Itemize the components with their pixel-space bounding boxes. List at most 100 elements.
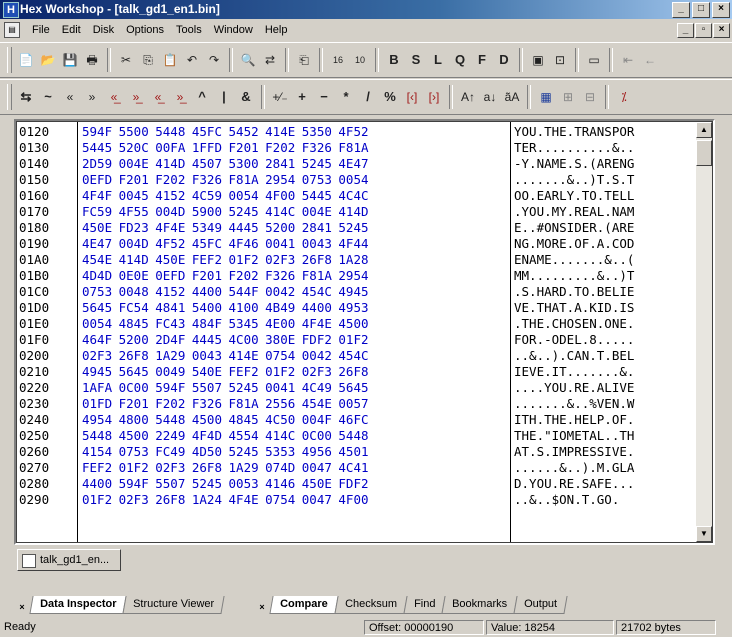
row-ascii[interactable]: OO.EARLY.TO.TELL — [514, 188, 634, 204]
document-tab[interactable]: talk_gd1_en... — [17, 549, 121, 571]
lowercase-button[interactable]: a↓ — [480, 86, 500, 108]
tab-data-inspector[interactable]: Data Inspector — [29, 596, 128, 614]
row-hex-bytes[interactable]: 5448 4500 2249 4F4D 4554 414C 0C00 5448 — [82, 428, 369, 444]
multiply-button[interactable]: * — [336, 86, 356, 108]
shift-right-button[interactable]: » — [82, 86, 102, 108]
window-icon[interactable]: ▭ — [584, 49, 604, 71]
hex-base-10-icon[interactable]: 10 — [350, 49, 370, 71]
row-hex-bytes[interactable]: 01F2 02F3 26F8 1A24 4F4E 0754 0047 4F00 — [82, 492, 369, 508]
doc-minimize-button[interactable]: _ — [677, 23, 694, 38]
row-ascii[interactable]: ....YOU.RE.ALIVE — [514, 380, 634, 396]
tab-bookmarks[interactable]: Bookmarks — [441, 596, 518, 614]
block-shift-left-button[interactable]: «̲ — [148, 86, 168, 108]
replace-icon[interactable]: ⇄ — [260, 49, 280, 71]
scroll-up-button[interactable]: ▲ — [696, 122, 712, 138]
row-hex-bytes[interactable]: 1AFA 0C00 594F 5507 5245 0041 4C49 5645 — [82, 380, 369, 396]
negate-button[interactable]: +⁄₋ — [270, 86, 290, 108]
row-hex-bytes[interactable]: 0054 4845 FC43 484F 5345 4E00 4F4E 4500 — [82, 316, 369, 332]
row-ascii[interactable]: E..#ONSIDER.(ARE — [514, 220, 634, 236]
row-ascii[interactable]: VE.THAT.A.KID.IS — [514, 300, 634, 316]
block-right-button[interactable]: [›] — [424, 86, 444, 108]
print-icon[interactable]: 🖶 — [82, 49, 102, 71]
back-icon[interactable]: ⇤ — [618, 49, 638, 71]
row-ascii[interactable]: THE."IOMETAL..TH — [514, 428, 634, 444]
grid-icon[interactable]: ▦ — [536, 86, 556, 108]
row-ascii[interactable]: ..&..).CAN.T.BEL — [514, 348, 634, 364]
row-hex-bytes[interactable]: 0753 0048 4152 4400 544F 0042 454C 4945 — [82, 284, 369, 300]
tab-output[interactable]: Output — [513, 596, 568, 614]
row-ascii[interactable]: D.YOU.RE.SAFE... — [514, 476, 634, 492]
row-hex-bytes[interactable]: 5445 520C 00FA 1FFD F201 F202 F326 F81A — [82, 140, 369, 156]
save-icon[interactable]: 💾 — [60, 49, 80, 71]
menu-tools[interactable]: Tools — [170, 20, 208, 40]
row-ascii[interactable]: IEVE.IT.......&. — [514, 364, 634, 380]
row-hex-bytes[interactable]: 450E FD23 4F4E 5349 4445 5200 2841 5245 — [82, 220, 369, 236]
invert-case-button[interactable]: a͂A — [502, 86, 522, 108]
goto-icon[interactable]: ⎗ — [294, 49, 314, 71]
row-hex-bytes[interactable]: 4945 5645 0049 540E FEF2 01F2 02F3 26F8 — [82, 364, 369, 380]
row-ascii[interactable]: AT.S.IMPRESSIVE. — [514, 444, 634, 460]
add-button[interactable]: + — [292, 86, 312, 108]
vertical-scrollbar[interactable]: ▲ ▼ — [696, 122, 712, 542]
row-ascii[interactable]: MM.........&..)T — [514, 268, 634, 284]
row-ascii[interactable]: FOR.-ODEL.8..... — [514, 332, 634, 348]
tab-checksum[interactable]: Checksum — [334, 596, 408, 614]
row-hex-bytes[interactable]: FC59 4F55 004D 5900 5245 414C 004E 414D — [82, 204, 369, 220]
menu-help[interactable]: Help — [259, 20, 294, 40]
menu-options[interactable]: Options — [120, 20, 170, 40]
not-button[interactable]: ~ — [38, 86, 58, 108]
row-ascii[interactable]: ENAME.......&..( — [514, 252, 634, 268]
layout2-icon[interactable]: ⊟ — [580, 86, 600, 108]
block-shift-right-button[interactable]: »̲ — [170, 86, 190, 108]
row-hex-bytes[interactable]: 4400 594F 5507 5245 0053 4146 450E FDF2 — [82, 476, 369, 492]
cross-icon[interactable]: ⁒ — [614, 86, 634, 108]
row-ascii[interactable]: .......&..)T.S.T — [514, 172, 634, 188]
uppercase-button[interactable]: A↑ — [458, 86, 478, 108]
find-icon[interactable]: 🔍 — [238, 49, 258, 71]
rotate-right-button[interactable]: »̲ — [126, 86, 146, 108]
row-hex-bytes[interactable]: 5645 FC54 4841 5400 4100 4B49 4400 4953 — [82, 300, 369, 316]
toolbar-grip[interactable] — [7, 47, 12, 73]
cut-icon[interactable]: ✂ — [116, 49, 136, 71]
compare-icon[interactable]: ⊡ — [550, 49, 570, 71]
row-hex-bytes[interactable]: 02F3 26F8 1A29 0043 414E 0754 0042 454C — [82, 348, 369, 364]
row-hex-bytes[interactable]: 4F4F 0045 4152 4C59 0054 4F00 5445 4C4C — [82, 188, 369, 204]
subtract-button[interactable]: − — [314, 86, 334, 108]
row-hex-bytes[interactable]: 01FD F201 F202 F326 F81A 2556 454E 0057 — [82, 396, 369, 412]
swap-icon[interactable]: ⇆ — [16, 86, 36, 108]
and-button[interactable]: & — [236, 86, 256, 108]
doc-close-button[interactable]: × — [713, 23, 730, 38]
maximize-button[interactable]: □ — [692, 2, 710, 18]
xor-button[interactable]: ^ — [192, 86, 212, 108]
tab-structure-viewer[interactable]: Structure Viewer — [122, 596, 226, 614]
row-ascii[interactable]: ITH.THE.HELP.OF. — [514, 412, 634, 428]
row-ascii[interactable]: ......&..).M.GLA — [514, 460, 634, 476]
row-ascii[interactable]: .......&..%VEN.W — [514, 396, 634, 412]
row-ascii[interactable]: .THE.CHOSEN.ONE. — [514, 316, 634, 332]
quad-mode-button[interactable]: Q — [450, 49, 470, 71]
hex-base-16-icon[interactable]: 16 — [328, 49, 348, 71]
row-hex-bytes[interactable]: 4954 4800 5448 4500 4845 4C50 004F 46FC — [82, 412, 369, 428]
menu-edit[interactable]: Edit — [56, 20, 87, 40]
row-ascii[interactable]: NG.MORE.OF.A.COD — [514, 236, 634, 252]
paste-icon[interactable]: 📋 — [160, 49, 180, 71]
menu-window[interactable]: Window — [208, 20, 259, 40]
copy-icon[interactable]: ⎘ — [138, 49, 158, 71]
row-hex-bytes[interactable]: 4D4D 0E0E 0EFD F201 F202 F326 F81A 2954 — [82, 268, 369, 284]
right-pane-close-icon[interactable]: × — [256, 600, 268, 614]
new-file-icon[interactable]: 📄 — [16, 49, 36, 71]
row-hex-bytes[interactable]: 464F 5200 2D4F 4445 4C00 380E FDF2 01F2 — [82, 332, 369, 348]
row-ascii[interactable]: ..&..$ON.T.GO. — [514, 492, 619, 508]
row-ascii[interactable]: -Y.NAME.S.(ARENG — [514, 156, 634, 172]
tab-find[interactable]: Find — [403, 596, 446, 614]
doc-restore-button[interactable]: ▫ — [695, 23, 712, 38]
row-hex-bytes[interactable]: 4E47 004D 4F52 45FC 4F46 0041 0043 4F44 — [82, 236, 369, 252]
float-mode-button[interactable]: F — [472, 49, 492, 71]
row-hex-bytes[interactable]: 0EFD F201 F202 F326 F81A 2954 0753 0054 — [82, 172, 369, 188]
double-mode-button[interactable]: D — [494, 49, 514, 71]
checksum-icon[interactable]: ▣ — [528, 49, 548, 71]
tab-compare[interactable]: Compare — [269, 596, 339, 614]
block-left-button[interactable]: [‹] — [402, 86, 422, 108]
or-button[interactable]: | — [214, 86, 234, 108]
forward-icon[interactable]: ← — [640, 49, 660, 71]
